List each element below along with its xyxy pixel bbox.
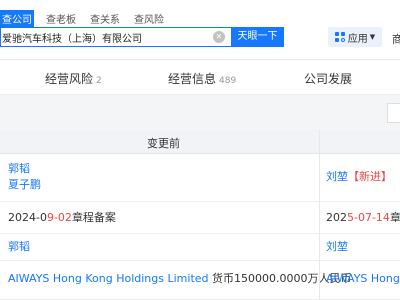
filter-select[interactable]	[387, 103, 400, 123]
shareholder-link[interactable]: AIWAYS Hong Ko	[326, 271, 400, 286]
tab-business-info-count: 489	[219, 76, 237, 86]
date-highlight: 5-07-14	[347, 211, 390, 224]
change-record-table: 变更前 郭韬 夏子鹏 刘堃【新进】 2024-09-02章程备案 2025-07…	[0, 130, 400, 300]
search-type-tabs: 查公司 查老板 查关系 查风险	[0, 9, 178, 27]
tab-company-development-label: 公司发展	[304, 72, 353, 86]
apps-button-label: 应用	[347, 33, 368, 45]
section-tabs: 经营风险 2 经营信息 489 公司发展	[0, 61, 400, 95]
before-cell: AIWAYS Hong Kong Holdings Limited 货币1500…	[8, 271, 352, 286]
search-input-value[interactable]: 爱驰汽车科技（上海）有限公司	[1, 30, 213, 45]
search-tab-risk[interactable]: 查风险	[134, 11, 164, 26]
clear-circle-icon[interactable]: ✕	[213, 31, 225, 43]
tab-business-risk[interactable]: 经营风险 2	[45, 70, 102, 87]
after-cell: 2025-07-14章程	[326, 210, 400, 225]
column-header-before: 变更前	[147, 137, 180, 150]
new-entry-badge: 【新进】	[348, 170, 392, 183]
table-row: 郭韬 夏子鹏 刘堃【新进】	[0, 155, 400, 202]
tab-business-risk-label: 经营风险	[45, 72, 94, 86]
column-divider	[319, 130, 320, 300]
person-link[interactable]: 郭韬	[8, 239, 30, 254]
tab-company-development[interactable]: 公司发展	[304, 70, 352, 87]
tab-business-info-label: 经营信息	[168, 72, 217, 86]
change-text: 章程备案	[71, 211, 116, 224]
shareholder-link[interactable]: AIWAYS Hong Kong Holdings Limited	[8, 272, 209, 285]
table-row: 2024-09-02章程备案 2025-07-14章程	[0, 202, 400, 234]
apps-grid-icon	[334, 32, 345, 42]
table-row: 郭韬 刘堃	[0, 234, 400, 261]
chevron-down-icon: ▼	[369, 33, 376, 41]
tab-business-risk-count: 2	[96, 76, 102, 86]
top-header: 查公司 查老板 查关系 查风险 爱驰汽车科技（上海）有限公司 ✕ 天眼一下 应用…	[0, 0, 400, 60]
date-highlight: 9-02	[46, 211, 72, 224]
after-cell: 刘堃【新进】	[326, 169, 392, 184]
before-cell: 2024-09-02章程备案	[8, 210, 116, 225]
search-button[interactable]: 天眼一下	[231, 27, 284, 47]
person-link[interactable]: 夏子鹏	[8, 177, 41, 192]
search-tab-company[interactable]: 查公司	[0, 9, 34, 27]
change-text: 章程	[389, 211, 400, 224]
filter-strip	[0, 95, 400, 130]
table-header: 变更前	[0, 130, 400, 154]
date-prefix: 2024-0	[8, 211, 47, 224]
date-prefix: 202	[326, 211, 347, 224]
person-link[interactable]: 刘堃	[326, 239, 348, 254]
search-input[interactable]: 爱驰汽车科技（上海）有限公司 ✕	[0, 27, 231, 47]
search-tab-relation[interactable]: 查关系	[90, 11, 120, 26]
header-more-link[interactable]: 商	[392, 31, 400, 47]
table-row: AIWAYS Hong Kong Holdings Limited 货币1500…	[0, 261, 400, 300]
tab-business-info[interactable]: 经营信息 489	[168, 70, 236, 87]
person-link[interactable]: 刘堃	[326, 170, 348, 183]
search-tab-boss[interactable]: 查老板	[46, 11, 76, 26]
apps-button[interactable]: 应用 ▼	[328, 27, 382, 47]
person-link[interactable]: 郭韬	[8, 161, 30, 176]
